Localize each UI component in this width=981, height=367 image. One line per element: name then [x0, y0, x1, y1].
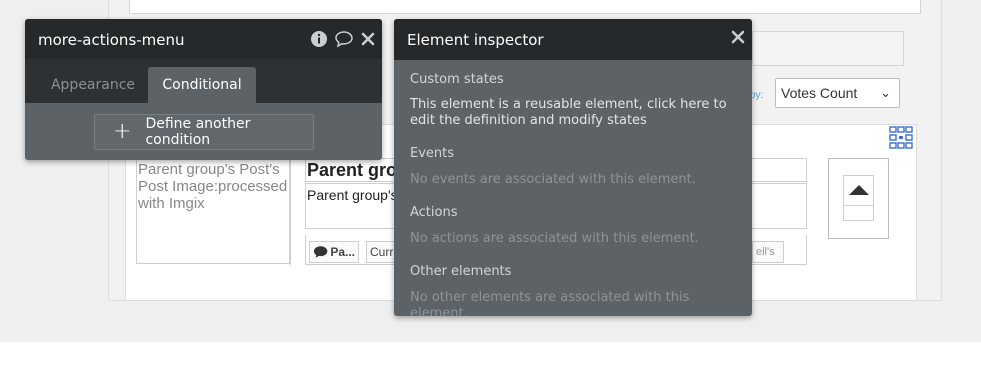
current-user-chip-label: Curr — [370, 245, 394, 259]
vote-divider — [844, 205, 873, 206]
vote-group[interactable] — [828, 158, 889, 239]
panel-header-icons — [310, 30, 376, 48]
arrow-up-icon[interactable] — [849, 185, 869, 195]
grid-icon[interactable] — [889, 126, 913, 150]
sort-by-label: by: — [750, 90, 764, 101]
tabs-bar: Appearance Conditional — [25, 59, 382, 103]
panel-header[interactable]: more-actions-menu — [25, 19, 382, 59]
actions-heading: Actions — [410, 205, 458, 220]
info-icon[interactable] — [310, 30, 328, 48]
actions-text: No actions are associated with this elem… — [410, 231, 699, 246]
cells-chip[interactable]: ell's — [752, 241, 784, 263]
close-icon[interactable] — [360, 31, 376, 47]
plus-icon: + — [113, 119, 132, 144]
sort-dropdown[interactable]: Votes Count ⌄ — [775, 78, 900, 108]
custom-states-heading: Custom states — [410, 72, 504, 87]
tab-conditional[interactable]: Conditional — [148, 67, 256, 103]
events-heading: Events — [410, 146, 455, 161]
other-elements-text: No other elements are associated with th… — [410, 290, 690, 316]
custom-states-link[interactable]: This element is a reusable element, clic… — [410, 97, 745, 129]
chevron-down-icon: ⌄ — [880, 85, 891, 100]
upvote-control[interactable] — [843, 175, 874, 221]
comment-chip[interactable]: Pa... — [309, 241, 359, 263]
panel-title: more-actions-menu — [38, 31, 185, 49]
define-condition-label: Define another condition — [145, 116, 251, 148]
search-input[interactable] — [752, 31, 904, 66]
header-group[interactable] — [129, 0, 921, 14]
other-elements-heading: Other elements — [410, 264, 512, 279]
cells-chip-label: ell's — [756, 246, 775, 258]
comment-chip-label: Pa... — [330, 245, 355, 259]
sort-dropdown-value: Votes Count — [781, 85, 858, 101]
current-user-chip[interactable]: Curr — [366, 241, 396, 263]
element-inspector-panel[interactable]: Element inspector Custom states This ele… — [394, 19, 752, 316]
inspector-header[interactable]: Element inspector — [394, 19, 752, 60]
divider — [290, 158, 291, 265]
tab-appearance[interactable]: Appearance — [41, 67, 145, 103]
comment-icon — [313, 246, 328, 258]
comment-icon[interactable] — [334, 30, 354, 48]
events-text: No events are associated with this eleme… — [410, 172, 696, 187]
more-actions-menu-panel[interactable]: more-actions-menu Appearance Conditional… — [25, 19, 382, 160]
close-icon[interactable] — [730, 29, 746, 45]
inspector-title: Element inspector — [407, 31, 544, 49]
define-condition-button[interactable]: + Define another condition — [94, 114, 314, 150]
post-image[interactable]: Parent group's Post's Post Image:process… — [136, 158, 290, 264]
